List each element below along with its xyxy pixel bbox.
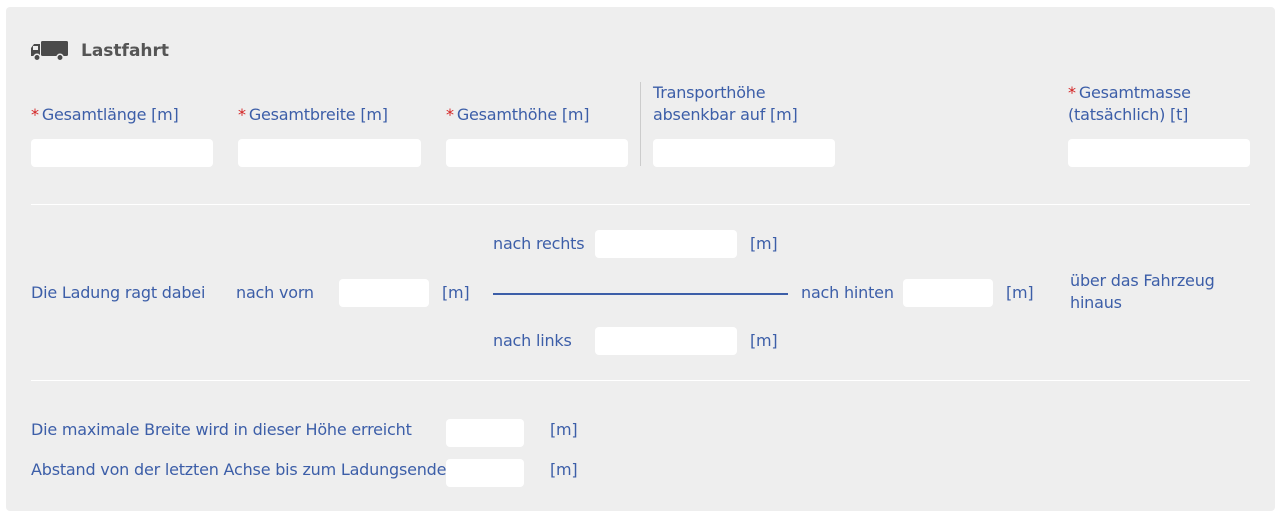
required-marker: *	[31, 105, 39, 124]
total-width-input[interactable]	[238, 139, 421, 167]
column-divider	[640, 82, 641, 166]
section-divider	[31, 380, 1250, 381]
truck-icon	[31, 41, 68, 62]
overhang-rear-input[interactable]	[903, 279, 993, 307]
total-mass-label: * Gesamtmasse (tatsächlich) [t]	[1068, 83, 1191, 124]
overhang-rear-label: nach hinten	[801, 283, 894, 302]
vehicle-axis-line	[493, 293, 788, 295]
max-width-height-unit: [m]	[550, 420, 578, 439]
transport-height-input[interactable]	[653, 139, 835, 167]
section-divider	[31, 204, 1250, 205]
required-marker: *	[446, 105, 454, 124]
required-marker: *	[1068, 83, 1076, 102]
total-height-label: * Gesamthöhe [m]	[446, 105, 590, 124]
transport-height-label: Transporthöhe absenkbar auf [m]	[653, 83, 798, 124]
total-height-input[interactable]	[446, 139, 628, 167]
overhang-right-input[interactable]	[595, 230, 737, 258]
total-length-input[interactable]	[31, 139, 213, 167]
overhang-front-label: nach vorn	[236, 283, 314, 302]
total-width-label: * Gesamtbreite [m]	[238, 105, 388, 124]
total-length-label: * Gesamtlänge [m]	[31, 105, 179, 124]
last-axle-distance-input[interactable]	[446, 459, 524, 487]
section-title: Lastfahrt	[81, 41, 170, 61]
overhang-front-unit: [m]	[442, 283, 470, 302]
overhang-intro-label: Die Ladung ragt dabei	[31, 283, 206, 302]
overhang-front-input[interactable]	[339, 279, 429, 307]
overhang-left-unit: [m]	[750, 331, 778, 350]
last-axle-distance-unit: [m]	[550, 460, 578, 479]
overhang-suffix-label: über das Fahrzeug hinaus	[1070, 271, 1215, 312]
total-mass-input[interactable]	[1068, 139, 1250, 167]
overhang-rear-unit: [m]	[1006, 283, 1034, 302]
max-width-height-input[interactable]	[446, 419, 524, 447]
overhang-left-label: nach links	[493, 331, 572, 350]
overhang-right-unit: [m]	[750, 234, 778, 253]
last-axle-distance-label: Abstand von der letzten Achse bis zum La…	[31, 460, 447, 479]
overhang-right-label: nach rechts	[493, 234, 585, 253]
overhang-left-input[interactable]	[595, 327, 737, 355]
max-width-height-label: Die maximale Breite wird in dieser Höhe …	[31, 420, 412, 439]
required-marker: *	[238, 105, 246, 124]
